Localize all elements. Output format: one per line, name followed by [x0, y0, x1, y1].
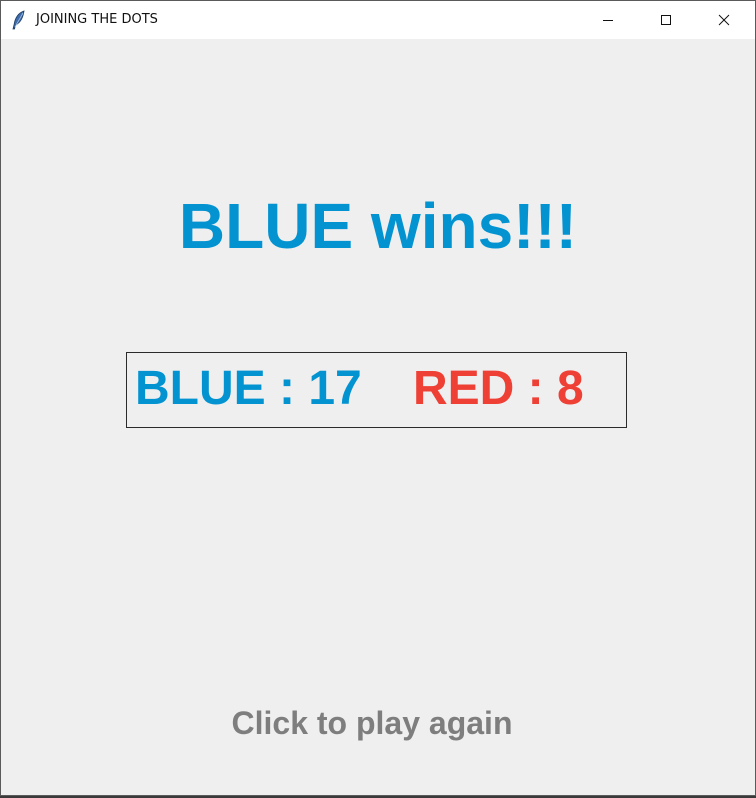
close-button[interactable] — [701, 1, 747, 39]
feather-icon — [11, 10, 27, 30]
score-box: BLUE : 17 RED : 8 — [126, 352, 627, 428]
minimize-icon — [602, 14, 614, 26]
close-icon — [718, 14, 730, 26]
red-score: RED : 8 — [413, 362, 584, 415]
winner-message: BLUE wins!!! — [178, 190, 578, 262]
blue-score: BLUE : 17 — [135, 362, 362, 415]
game-canvas[interactable]: BLUE wins!!! BLUE : 17 RED : 8 Click to … — [1, 39, 755, 795]
maximize-button[interactable] — [643, 1, 689, 39]
play-again-button[interactable]: Click to play again — [1, 703, 743, 743]
app-window: JOINING THE DOTS BLUE wins!!! BLUE : 17 … — [0, 0, 756, 796]
title-bar[interactable]: JOINING THE DOTS — [1, 1, 755, 39]
maximize-icon — [660, 14, 672, 26]
minimize-button[interactable] — [585, 1, 631, 39]
window-title: JOINING THE DOTS — [36, 12, 158, 27]
